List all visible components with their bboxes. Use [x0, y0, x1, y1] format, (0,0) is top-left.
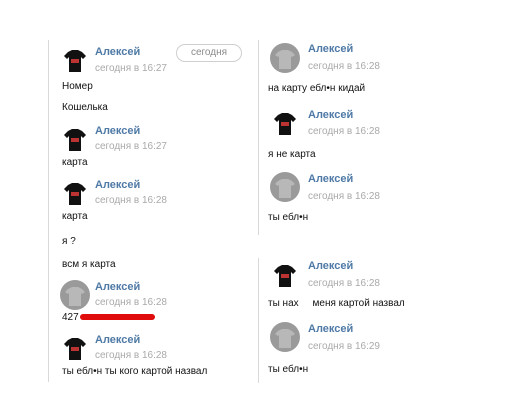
- sender-name[interactable]: Алексей: [308, 173, 353, 185]
- sender-name[interactable]: Алексей: [308, 43, 353, 55]
- message-time[interactable]: сегодня в 16:28: [308, 126, 380, 137]
- sender-avatar-tshirt-icon[interactable]: [270, 108, 300, 138]
- message-text: я ?: [62, 236, 76, 247]
- sender-name[interactable]: Алексей: [308, 109, 353, 121]
- message-text: ты ебл•н: [268, 364, 309, 375]
- message-text: ты нах меня картой назвал: [268, 298, 405, 309]
- sender-avatar-grey-icon[interactable]: [270, 43, 300, 73]
- sender-name[interactable]: Алексей: [95, 125, 140, 137]
- middle-border: [258, 40, 259, 235]
- left-panel-border: [48, 40, 49, 382]
- message-time[interactable]: сегодня в 16:28: [308, 278, 380, 289]
- message-time[interactable]: сегодня в 16:28: [95, 350, 167, 361]
- message-text: ты ебл•н: [268, 212, 309, 223]
- sender-name[interactable]: Алексей: [308, 323, 353, 335]
- message-text: Номер: [62, 81, 93, 92]
- sender-name[interactable]: Алексей: [95, 46, 140, 58]
- sender-avatar-grey-icon[interactable]: [60, 280, 90, 310]
- message-text: ты ебл•н ты кого картой назвал: [62, 366, 208, 377]
- sender-avatar-grey-icon[interactable]: [270, 322, 300, 352]
- sender-avatar-grey-icon[interactable]: [270, 172, 300, 202]
- message-time[interactable]: сегодня в 16:28: [95, 195, 167, 206]
- sender-name[interactable]: Алексей: [95, 281, 140, 293]
- sender-avatar-tshirt-icon[interactable]: [60, 124, 90, 154]
- message-time[interactable]: сегодня в 16:28: [95, 297, 167, 308]
- message-text-card-number: 427: [62, 312, 79, 323]
- sender-name[interactable]: Алексей: [308, 260, 353, 272]
- message-time[interactable]: сегодня в 16:28: [308, 61, 380, 72]
- message-text: я не карта: [268, 149, 316, 160]
- middle-border-lower: [258, 258, 259, 383]
- message-time[interactable]: сегодня в 16:27: [95, 141, 167, 152]
- message-time[interactable]: сегодня в 16:27: [95, 63, 167, 74]
- sender-avatar-tshirt-icon[interactable]: [60, 45, 90, 75]
- date-separator-badge: сегодня: [176, 44, 242, 62]
- message-time[interactable]: сегодня в 16:28: [308, 191, 380, 202]
- message-text: Кошелька: [62, 102, 108, 113]
- sender-avatar-tshirt-icon[interactable]: [270, 260, 300, 290]
- message-text: на карту ебл•н кидай: [268, 83, 366, 94]
- message-text: карта: [62, 211, 88, 222]
- message-text: карта: [62, 157, 88, 168]
- sender-name[interactable]: Алексей: [95, 179, 140, 191]
- redaction-scribble: [80, 314, 155, 320]
- sender-avatar-tshirt-icon[interactable]: [60, 178, 90, 208]
- message-time[interactable]: сегодня в 16:29: [308, 341, 380, 352]
- sender-avatar-tshirt-icon[interactable]: [60, 333, 90, 363]
- message-text: всм я карта: [62, 259, 116, 270]
- sender-name[interactable]: Алексей: [95, 334, 140, 346]
